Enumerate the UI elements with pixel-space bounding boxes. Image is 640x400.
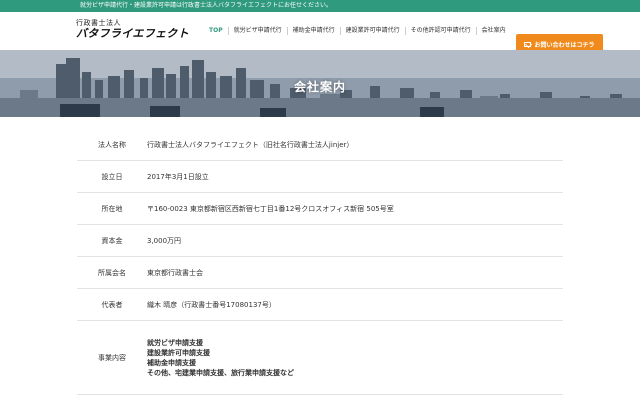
table-row: 代表者 織木 晴彦（行政書士番号17080137号） (77, 289, 563, 321)
row-label: 法人名称 (98, 141, 126, 149)
nav-item-other-permits[interactable]: その他許認可申請代行 (404, 27, 476, 35)
table-row: 所在地 〒160-0023 東京都新宿区西新宿七丁目1番12号クロスオフィス新宿… (77, 193, 563, 225)
row-value: 2017年3月1日設立 (147, 172, 209, 181)
row-label: 資本金 (101, 236, 123, 245)
row-value: 〒160-0023 東京都新宿区西新宿七丁目1番12号クロスオフィス新宿 505… (147, 204, 394, 213)
row-value: 東京都行政書士会 (147, 268, 203, 277)
company-info-table: 法人名称 行政書士法人バタフライエフェクト（旧社名行政書士法人jinjer） 設… (77, 130, 563, 395)
logo-subtitle: 行政書士法人 (76, 19, 121, 27)
logo-title: バタフライエフェクト (76, 27, 189, 40)
row-label: 所在地 (101, 204, 123, 213)
row-label: 所属会名 (98, 268, 126, 277)
nav-item-construction-permit[interactable]: 建設業許可申請代行 (339, 27, 405, 35)
row-value: 織木 晴彦（行政書士番号17080137号） (147, 300, 276, 309)
contact-button-label: お問い合わせはコチラ (534, 41, 595, 49)
nav-item-company[interactable]: 会社案内 (475, 27, 511, 35)
top-announcement-bar: 就労ビザ申請代行・建設業許可申請は行政書士法人バタフライエフェクトにお任せくださ… (0, 0, 640, 12)
business-item: その他、宅建業申請支援、旅行業申請支援など (147, 368, 294, 377)
hero-banner: 会社案内 (0, 50, 640, 117)
table-row: 設立日 2017年3月1日設立 (77, 161, 563, 193)
row-value: 3,000万円 (147, 236, 182, 245)
table-row: 資本金 3,000万円 (77, 225, 563, 257)
business-list: 就労ビザ申請支援 建設業許可申請支援 補助金申請支援 その他、宅建業申請支援、旅… (147, 338, 563, 378)
business-item: 就労ビザ申請支援 (147, 338, 203, 347)
table-row: 事業内容 就労ビザ申請支援 建設業許可申請支援 補助金申請支援 その他、宅建業申… (77, 321, 563, 395)
business-item: 建設業許可申請支援 (147, 348, 210, 357)
main-navigation: TOP 就労ビザ申請代行 補助金申請代行 建設業許可申請代行 その他許認可申請代… (204, 12, 511, 50)
site-logo[interactable]: 行政書士法人 バタフライエフェクト (76, 19, 189, 40)
announcement-text: 就労ビザ申請代行・建設業許可申請は行政書士法人バタフライエフェクトにお任せくださ… (80, 2, 332, 9)
nav-item-top[interactable]: TOP (204, 27, 228, 35)
row-label: 代表者 (101, 300, 123, 309)
row-label: 事業内容 (98, 353, 126, 362)
nav-item-subsidy[interactable]: 補助金申請代行 (286, 27, 340, 35)
row-value: 行政書士法人バタフライエフェクト（旧社名行政書士法人jinjer） (147, 141, 354, 149)
page-title: 会社案内 (293, 80, 346, 94)
table-row: 法人名称 行政書士法人バタフライエフェクト（旧社名行政書士法人jinjer） (77, 130, 563, 161)
row-label: 設立日 (101, 172, 123, 181)
table-row: 所属会名 東京都行政書士会 (77, 257, 563, 289)
business-item: 補助金申請支援 (147, 358, 196, 367)
site-header: 行政書士法人 バタフライエフェクト TOP 就労ビザ申請代行 補助金申請代行 建… (0, 12, 640, 54)
mail-icon (524, 41, 532, 47)
nav-item-work-visa[interactable]: 就労ビザ申請代行 (227, 27, 287, 35)
